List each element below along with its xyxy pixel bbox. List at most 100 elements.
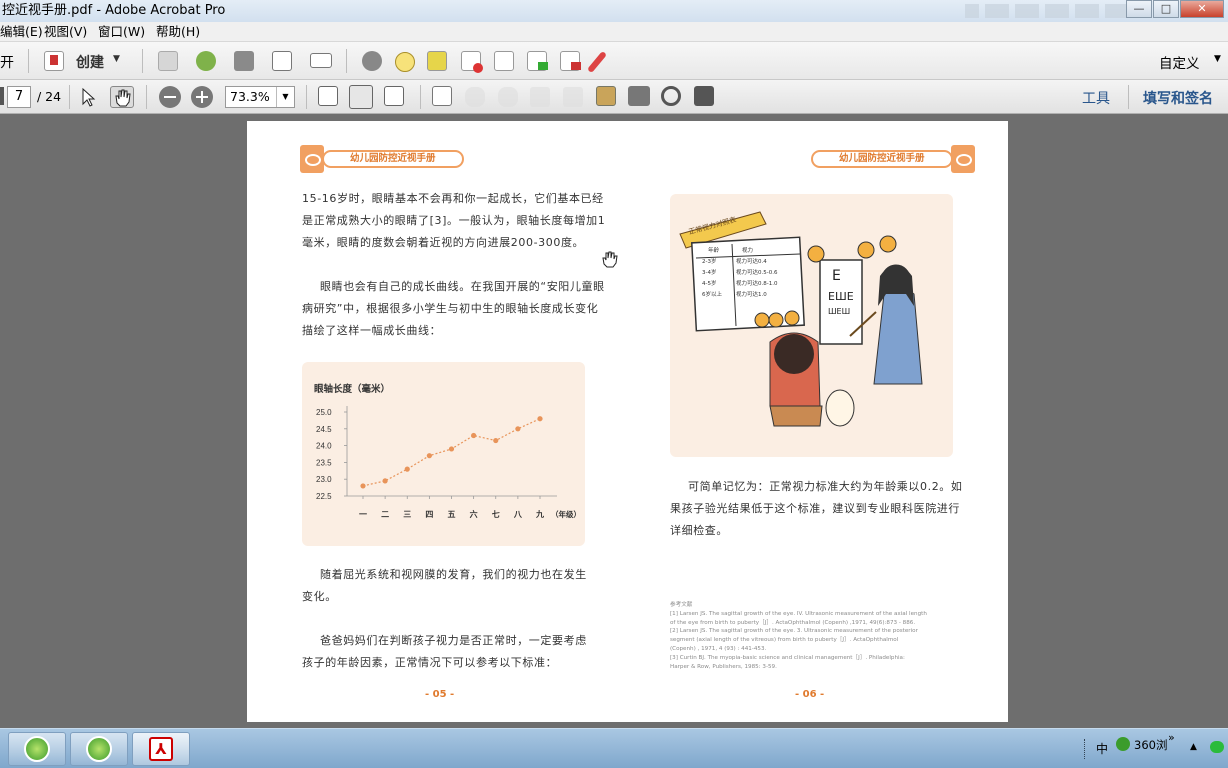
360-tray-icon[interactable] (1116, 737, 1130, 751)
text-line: 眼睛也会有自己的成长曲线。在我国开展的“安阳儿童眼 (320, 280, 605, 293)
taskbar-acrobat-button[interactable]: ⅄ (132, 732, 190, 766)
acrobat-icon: ⅄ (149, 737, 173, 761)
y-tick-label: 22.5 (316, 492, 332, 501)
text-line: 详细检查。 (670, 524, 728, 537)
snapshot-icon[interactable] (628, 86, 650, 106)
select-cursor-icon[interactable] (80, 87, 96, 107)
data-point (493, 437, 499, 444)
open-button[interactable]: 开 (0, 52, 14, 72)
browser-icon (86, 736, 112, 762)
zoom-level-value: 73.3% (230, 89, 270, 104)
wechat-tray-icon[interactable] (1210, 741, 1224, 753)
menu-view[interactable]: 视图(V) (44, 22, 87, 42)
zoom-out-icon[interactable] (159, 86, 181, 108)
table-cell: 6岁以上 (702, 292, 722, 298)
tray-gripper (1084, 739, 1089, 759)
show-hidden-icons-icon[interactable]: ▲ (1190, 742, 1197, 752)
taskbar-360-browser-button[interactable] (8, 732, 66, 766)
vision-test-illustration: E ЕШЕ ШЕШ 正常视力对照表 年龄 视力 2-3岁 视力可达0.4 3-4… (670, 194, 953, 457)
tray-more-icon[interactable]: » (1168, 731, 1175, 744)
right-page-number: - 06 - (795, 689, 825, 700)
left-paragraph-4: 爸爸妈妈们在判断孩子视力是否正常时，一定要考虑 孩子的年龄因素，正常情况下可以参… (302, 630, 587, 674)
data-point (515, 426, 521, 432)
eye-book-icon (300, 145, 324, 173)
text-line: 描绘了这样一幅成长曲线： (302, 324, 442, 337)
left-paragraph-2: 眼睛也会有自己的成长曲线。在我国开展的“安阳儿童眼 病研究”中，根据很多小学生与… (302, 276, 605, 342)
maximize-button[interactable]: □ (1153, 0, 1179, 18)
fit-width-icon[interactable] (318, 86, 338, 106)
window-title: 控近视手册.pdf - Adobe Acrobat Pro (2, 3, 226, 18)
360-tray-label[interactable]: 360浏 (1134, 737, 1167, 753)
fill-sign-pane-button[interactable]: 填写和签名 (1143, 88, 1213, 108)
reference-line: [3] Curtin BJ. The myopia-basic science … (670, 654, 905, 661)
gear-icon[interactable] (362, 51, 382, 71)
panel-edge (0, 87, 4, 105)
print-icon[interactable] (234, 51, 254, 71)
page-number-input[interactable]: 7 (7, 86, 31, 108)
x-unit-label: （年级） (551, 509, 581, 519)
reference-line: (Copenh) , 1971, 4 (93) : 441-453. (670, 645, 767, 652)
replace-page-icon[interactable] (494, 51, 514, 71)
zoom-in-icon[interactable] (191, 86, 213, 108)
menu-help[interactable]: 帮助(H) (156, 22, 200, 42)
create-pdf-icon (44, 51, 64, 71)
document-viewport[interactable]: 幼儿园防控近视手册 15-16岁时，眼睛基本不会再和你一起成长，它们基本已经 是… (0, 114, 1228, 728)
reference-line: Harper & Row, Publishers, 1985: 3-59. (670, 663, 777, 670)
customize-button[interactable]: 自定义 (1159, 52, 1200, 72)
delete-page-icon[interactable] (461, 51, 483, 73)
text-line: 随着屈光系统和视网膜的发育，我们的视力也在发生 (320, 568, 587, 581)
left-header-title: 幼儿园防控近视手册 (322, 150, 464, 168)
pen-icon[interactable] (586, 50, 608, 74)
two-page-view-icon[interactable] (384, 86, 404, 106)
create-dropdown-icon[interactable]: ▼ (113, 54, 120, 64)
taskbar-360-secondary-button[interactable] (70, 732, 128, 766)
sign-document-icon[interactable] (560, 51, 581, 71)
zoom-level-select[interactable]: 73.3% ▼ (225, 86, 295, 108)
save-icon[interactable] (158, 51, 178, 71)
menu-window[interactable]: 窗口(W) (98, 22, 145, 42)
ime-indicator[interactable]: 中 (1096, 740, 1108, 757)
x-tick-label: 八 (513, 510, 523, 519)
browser-icon (24, 736, 50, 762)
comment-icon[interactable] (395, 52, 415, 72)
copy-icon[interactable] (563, 87, 583, 107)
fit-page-icon[interactable] (349, 85, 373, 109)
right-page-header: 幼儿园防控近视手册 (811, 145, 975, 173)
table-cell: 2-3岁 (702, 259, 717, 265)
tools-pane-button[interactable]: 工具 (1082, 88, 1110, 108)
zoom-dropdown-icon[interactable]: ▼ (276, 87, 294, 107)
undo-icon[interactable] (465, 87, 485, 107)
export-page-icon[interactable] (527, 51, 548, 71)
main-toolbar: 开 创建 ▼ 自定义 ▼ (0, 42, 1228, 80)
references: 参考文献 [1] Larsen JS. The sagittal growth … (670, 601, 955, 671)
spell-check-icon[interactable] (432, 86, 452, 106)
find-icon[interactable] (661, 86, 681, 106)
email-icon[interactable] (310, 53, 332, 68)
table-header: 视力 (742, 248, 754, 254)
menu-edit[interactable]: 编辑(E) (0, 22, 43, 42)
minimize-button[interactable]: — (1126, 0, 1152, 18)
hand-tool-icon[interactable] (110, 86, 134, 108)
y-tick-label: 23.0 (316, 475, 332, 484)
chart-svg: 眼轴长度（毫米） 25.0 24.5 24.0 23.5 23.0 22.5 一 二 三 四 五 六 七 八… (314, 383, 581, 519)
customize-dropdown-icon[interactable]: ▼ (1214, 54, 1221, 64)
left-page-header: 幼儿园防控近视手册 (300, 145, 464, 173)
create-button[interactable]: 创建 (76, 52, 104, 72)
references-title: 参考文献 (670, 602, 693, 608)
redo-icon[interactable] (498, 87, 518, 107)
text-line: 孩子的年龄因素，正常情况下可以参考以下标准： (302, 656, 558, 669)
paste-icon[interactable] (596, 86, 616, 106)
close-button[interactable]: ✕ (1180, 0, 1224, 18)
highlight-icon[interactable] (427, 51, 447, 71)
cut-icon[interactable] (530, 87, 550, 107)
x-tick-label: 一 (359, 510, 367, 519)
right-paragraph: 可简单记忆为：正常视力标准大约为年龄乘以0.2。如 果孩子验光结果低于这个标准，… (670, 476, 963, 542)
reference-line: [2] Larsen JS. The sagittal growth of th… (670, 628, 918, 635)
binoculars-icon[interactable] (694, 86, 714, 106)
edit-document-icon[interactable] (272, 51, 292, 71)
upload-cloud-icon[interactable] (196, 51, 216, 71)
left-paragraph-3: 随着屈光系统和视网膜的发育，我们的视力也在发生 变化。 (302, 564, 587, 608)
eye-book-icon (950, 145, 975, 173)
text-line: 15-16岁时，眼睛基本不会再和你一起成长，它们基本已经 (302, 192, 604, 205)
navigation-toolbar: 7 / 24 73.3% ▼ 工具 填写和签名 (0, 80, 1228, 114)
